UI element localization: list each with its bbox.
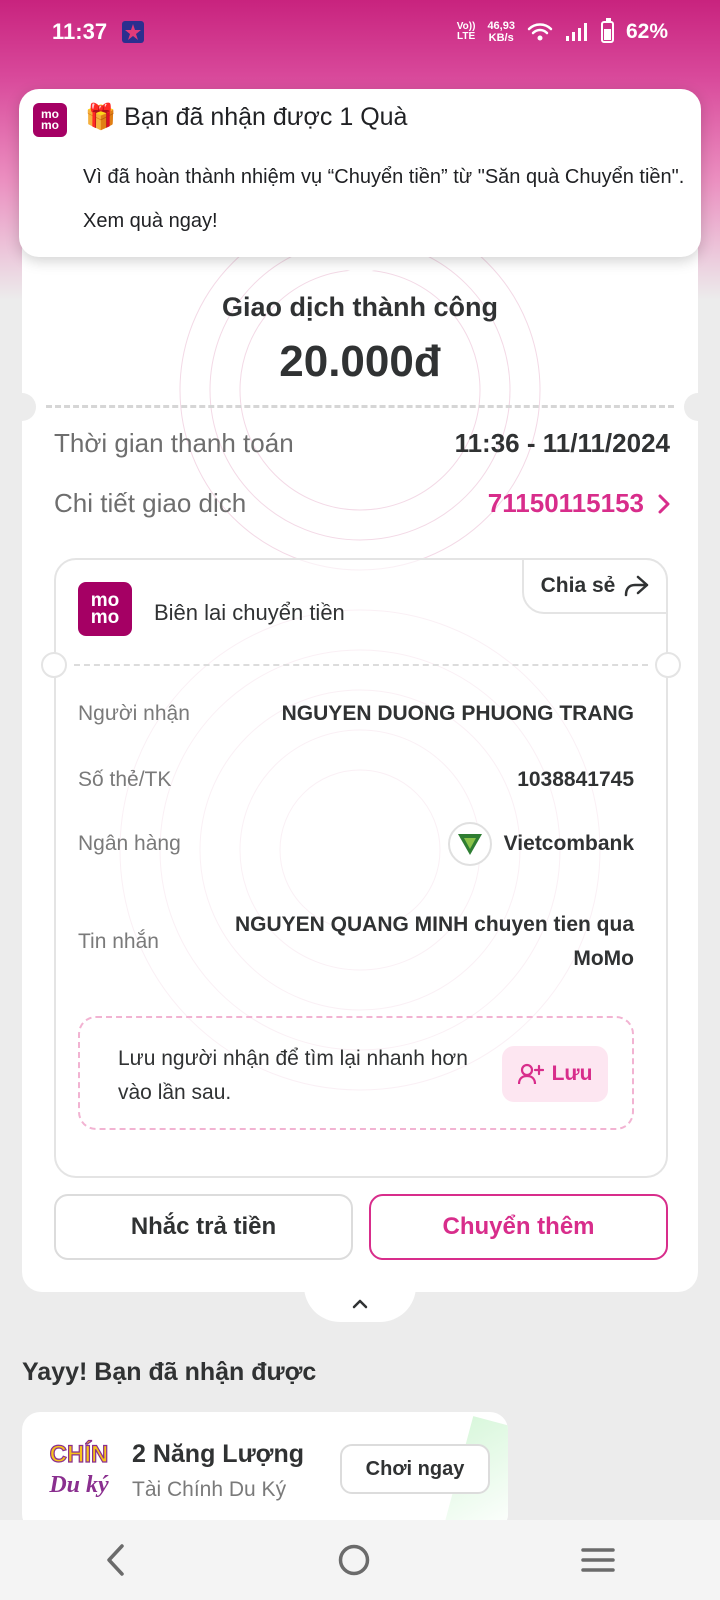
- account-label: Số thẻ/TK: [78, 768, 172, 791]
- collapse-toggle[interactable]: [304, 1286, 416, 1322]
- speed-unit: KB/s: [488, 32, 514, 44]
- receipt-title: Biên lai chuyển tiền: [154, 600, 345, 625]
- volte-bottom: LTE: [457, 31, 476, 42]
- bank-value-group: Vietcombank: [447, 822, 634, 866]
- message-value: NGUYEN QUANG MINH chuyen tien qua MoMo: [234, 913, 634, 970]
- notification-title-row: 🎁 Bạn đã nhận được 1 Quà: [85, 103, 407, 132]
- notification-body: Vì đã hoàn thành nhiệm vụ “Chuyển tiền” …: [83, 166, 685, 232]
- share-label: Chia sẻ: [540, 574, 616, 597]
- signal-icon: [565, 23, 587, 41]
- status-right: Vo)) LTE 46,93 KB/s 62%: [457, 18, 668, 44]
- status-bar: 11:37 Vo)) LTE 46,93 KB/s 62%: [0, 0, 720, 64]
- share-icon: [625, 575, 649, 597]
- reward-subtitle: Tài Chính Du Ký: [132, 1478, 287, 1501]
- battery-level: 62%: [625, 20, 668, 43]
- volte-indicator: Vo)) LTE: [457, 22, 476, 42]
- message-row: Tin nhắn NGUYEN QUANG MINH chuyen tien q…: [78, 908, 634, 976]
- momo-logo: mo mo: [78, 582, 132, 636]
- transaction-detail-label: Chi tiết giao dịch: [54, 488, 247, 518]
- save-label: Lưu: [551, 1062, 593, 1085]
- receipt-divider: [74, 664, 648, 666]
- save-recipient-prompt: Lưu người nhận để tìm lại nhanh hơn vào …: [118, 1047, 468, 1104]
- transaction-id: 71150115153: [487, 488, 644, 518]
- speed-value: 46,93: [487, 20, 515, 32]
- payment-time-row: Thời gian thanh toán 11:36 - 11/11/2024: [54, 428, 670, 459]
- game-logo-line2: Du ký: [48, 1472, 109, 1498]
- bank-label: Ngân hàng: [78, 832, 181, 855]
- payment-time-label: Thời gian thanh toán: [54, 428, 294, 458]
- status-left: 11:37: [52, 19, 145, 45]
- bank-row: Ngân hàng Vietcombank: [78, 822, 634, 866]
- ticket-notch-left: [8, 393, 36, 421]
- wifi-icon: [527, 23, 553, 41]
- add-user-icon: [517, 1063, 544, 1085]
- notification-banner[interactable]: mo mo 🎁 Bạn đã nhận được 1 Quà Vì đã hoà…: [19, 89, 701, 257]
- receipt-notch-left: [41, 652, 67, 678]
- transfer-more-button[interactable]: Chuyển thêm: [369, 1194, 668, 1260]
- vietcombank-logo-icon: [447, 822, 492, 866]
- battery-icon: [600, 18, 614, 43]
- notif-logo-bottom: mo: [41, 118, 59, 132]
- rewards-heading: Yayy! Bạn đã nhận được: [22, 1358, 317, 1386]
- recipient-label: Người nhận: [78, 702, 190, 725]
- account-value: 1038841745: [517, 768, 634, 791]
- notification-title: Bạn đã nhận được 1 Quà: [124, 103, 408, 131]
- transaction-detail-link[interactable]: 71150115153: [488, 488, 670, 519]
- payment-time-value: 11:36 - 11/11/2024: [454, 428, 670, 458]
- play-now-button[interactable]: Chơi ngay: [340, 1444, 490, 1494]
- game-logo-icon: CHÍN Du ký: [48, 1439, 109, 1498]
- account-row: Số thẻ/TK 1038841745: [78, 768, 634, 792]
- gift-icon: 🎁: [85, 103, 117, 131]
- bank-value: Vietcombank: [503, 832, 634, 855]
- transaction-status: Giao dịch thành công: [222, 292, 498, 322]
- transaction-amount: 20.000đ: [279, 337, 441, 386]
- network-speed: 46,93 KB/s: [487, 20, 515, 44]
- save-recipient-box: Lưu người nhận để tìm lại nhanh hơn vào …: [78, 1016, 634, 1130]
- logo-text-bottom: mo: [90, 607, 120, 628]
- remind-payment-button[interactable]: Nhắc trả tiền: [54, 1194, 353, 1260]
- clock: 11:37: [52, 19, 108, 44]
- ticket-notch-right: [684, 393, 712, 421]
- share-button[interactable]: Chia sẻ: [522, 558, 668, 614]
- recipient-value: NGUYEN DUONG PHUONG TRANG: [281, 702, 634, 725]
- reward-card[interactable]: CHÍN Du ký 2 Năng Lượng Tài Chính Du Ký …: [22, 1412, 508, 1532]
- recents-menu-icon[interactable]: [580, 1546, 616, 1574]
- divider: [46, 405, 674, 408]
- recipient-row: Người nhận NGUYEN DUONG PHUONG TRANG: [78, 702, 634, 726]
- transaction-detail-row[interactable]: Chi tiết giao dịch 71150115153: [54, 488, 670, 519]
- receipt-card: mo mo Biên lai chuyển tiền Chia sẻ Người…: [41, 558, 681, 1178]
- game-logo-line1: CHÍN: [50, 1440, 109, 1468]
- message-label: Tin nhắn: [78, 930, 159, 953]
- chevron-right-icon: [658, 494, 670, 513]
- receipt-notch-right: [655, 652, 681, 678]
- back-icon[interactable]: [104, 1543, 128, 1577]
- save-recipient-button[interactable]: Lưu: [502, 1046, 608, 1102]
- app-notification-icon: [122, 21, 145, 43]
- home-icon[interactable]: [337, 1543, 371, 1577]
- reward-title: 2 Năng Lượng: [132, 1440, 304, 1468]
- system-nav-bar: [0, 1520, 720, 1600]
- momo-app-icon: mo mo: [33, 103, 67, 137]
- chevron-up-icon: [352, 1299, 368, 1309]
